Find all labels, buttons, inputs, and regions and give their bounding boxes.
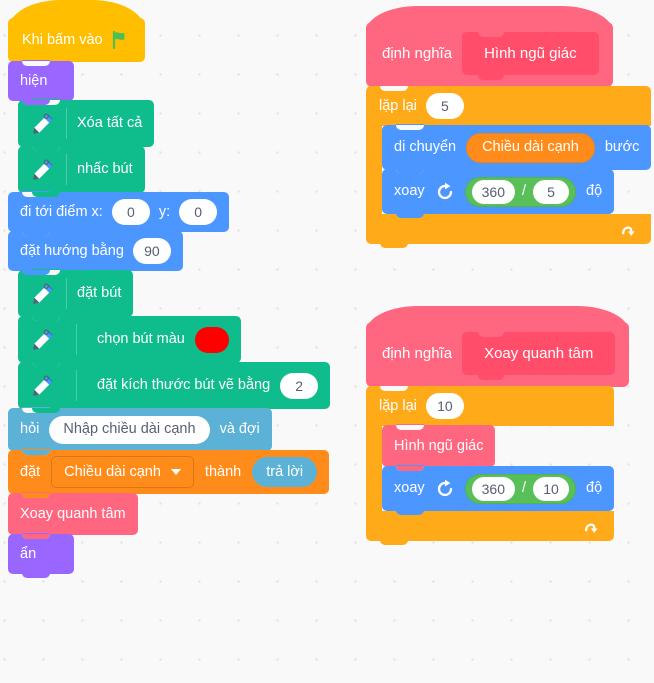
repeat-label: lặp lại: [379, 98, 417, 114]
input-direction[interactable]: 90: [132, 238, 171, 264]
block-repeat[interactable]: lặp lại 5 di chuyển Chiều dài cạnh bước: [366, 86, 652, 248]
pen-icon: [33, 159, 53, 180]
procedure-prototype[interactable]: Xoay quanh tâm: [462, 332, 616, 380]
block-label-mid: thành: [204, 463, 242, 480]
operand-a[interactable]: 360: [471, 476, 515, 501]
green-flag-icon: [112, 30, 125, 50]
block-label: đặt hướng bằng: [20, 242, 124, 259]
repeat-footer: [366, 511, 615, 545]
input-question[interactable]: Nhập chiều dài cạnh: [49, 415, 210, 444]
repeat-body[interactable]: di chuyển Chiều dài cạnh bước xoay 360 /…: [382, 124, 652, 218]
define-label: định nghĩa: [382, 345, 453, 362]
block-define-hat[interactable]: định nghĩa Xoay quanh tâm: [366, 306, 630, 391]
reporter-variable[interactable]: Chiều dài cạnh: [466, 132, 595, 163]
block-label: đặt bút: [77, 285, 122, 302]
repeat-label: lặp lại: [379, 398, 417, 414]
operand-b[interactable]: 5: [533, 179, 570, 204]
block-label-pre: hỏi: [20, 421, 40, 438]
block-label-post: và đợi: [219, 421, 260, 438]
script-define-rotate[interactable]: định nghĩa Xoay quanh tâm lặp lại 10 Hìn…: [366, 306, 630, 545]
block-when-flag-clicked[interactable]: Khi bấm vào: [8, 0, 145, 66]
pen-color-swatch[interactable]: [194, 326, 229, 353]
repeat-header[interactable]: lặp lại 5: [366, 86, 652, 126]
block-set-pen-color[interactable]: chọn bút màu: [18, 315, 241, 367]
block-label: đặt kích thước bút vẽ bằng: [97, 377, 271, 394]
turn-clockwise-icon: [437, 182, 452, 199]
input-x[interactable]: 0: [111, 199, 150, 225]
block-label: ẩn: [20, 545, 37, 562]
chevron-down-icon: [170, 469, 181, 475]
block-label-pre: đặt: [20, 463, 41, 480]
input-repeat-count[interactable]: 5: [425, 93, 464, 119]
block-point-in-direction[interactable]: đặt hướng bằng 90: [8, 230, 183, 275]
block-ask-and-wait[interactable]: hỏi Nhập chiều dài cạnh và đợi: [8, 407, 272, 455]
operator-divide[interactable]: 360 / 5: [464, 176, 577, 207]
block-show[interactable]: hiện: [8, 60, 74, 105]
input-repeat-count[interactable]: 10: [425, 393, 464, 419]
block-label-pre: xoay: [394, 480, 425, 497]
block-call-hinh-ngu-giac[interactable]: Hình ngũ giác: [382, 424, 496, 471]
reporter-answer[interactable]: trả lời: [252, 457, 318, 487]
input-y[interactable]: 0: [179, 199, 218, 225]
loop-arrow-icon: [585, 523, 598, 533]
block-label-pre: xoay: [394, 183, 425, 200]
block-label-post: độ: [586, 480, 603, 497]
operator-sign: /: [522, 183, 527, 200]
block-erase-all[interactable]: Xóa tất cả: [18, 99, 155, 151]
operator-sign: /: [522, 480, 527, 497]
block-label-pre: di chuyển: [394, 139, 457, 156]
repeat-body[interactable]: Hình ngũ giác xoay 360 / 10 độ: [382, 424, 615, 515]
repeat-header[interactable]: lặp lại 10: [366, 386, 615, 426]
script-define-pentagon[interactable]: định nghĩa Hình ngũ giác lặp lại 5 di ch…: [366, 6, 652, 248]
pen-icon: [33, 329, 53, 350]
block-pen-up[interactable]: nhấc bút: [18, 145, 145, 197]
pen-icon: [33, 113, 53, 134]
pen-icon: [33, 283, 53, 304]
variable-dropdown[interactable]: Chiều dài cạnh: [51, 456, 194, 488]
block-label-y: y:: [158, 203, 171, 220]
block-pen-down[interactable]: đặt bút: [18, 269, 134, 321]
loop-arrow-icon: [622, 226, 635, 236]
block-label: Hình ngũ giác: [394, 437, 484, 454]
repeat-footer: [366, 214, 652, 248]
block-hide[interactable]: ẩn: [8, 533, 74, 578]
block-move-steps[interactable]: di chuyển Chiều dài cạnh bước: [382, 124, 652, 174]
operand-b[interactable]: 10: [533, 476, 570, 501]
define-label: định nghĩa: [382, 45, 453, 62]
block-go-to-xy[interactable]: đi tới điểm x: 0 y: 0: [8, 191, 230, 236]
operand-a[interactable]: 360: [471, 179, 515, 204]
block-repeat[interactable]: lặp lại 10 Hình ngũ giác xoay 360 / 10 đ…: [366, 386, 615, 545]
block-label: nhấc bút: [77, 161, 133, 178]
input-pen-size[interactable]: 2: [280, 372, 319, 399]
blocks-workspace[interactable]: Khi bấm vào hiện Xóa tất cả nhấc bút đi …: [0, 0, 654, 683]
turn-clockwise-icon: [437, 479, 452, 496]
script-main[interactable]: Khi bấm vào hiện Xóa tất cả nhấc bút đi …: [8, 0, 331, 578]
block-call-xoay-quanh-tam[interactable]: Xoay quanh tâm: [8, 492, 138, 539]
variable-name: Chiều dài cạnh: [64, 463, 161, 480]
block-set-variable[interactable]: đặt Chiều dài cạnh thành trả lời: [8, 449, 330, 498]
block-label: hiện: [20, 72, 48, 89]
block-turn-right[interactable]: xoay 360 / 5 độ: [382, 168, 615, 218]
block-label-x: đi tới điểm x:: [20, 203, 103, 220]
block-label: chọn bút màu: [97, 331, 185, 348]
block-label: Xoay quanh tâm: [20, 505, 126, 522]
block-label-post: độ: [586, 183, 603, 200]
repeat-arm: [366, 126, 382, 214]
block-define-hat[interactable]: định nghĩa Hình ngũ giác: [366, 6, 613, 91]
block-turn-right[interactable]: xoay 360 / 10 độ: [382, 465, 615, 515]
procedure-prototype[interactable]: Hình ngũ giác: [462, 32, 599, 80]
block-set-pen-size[interactable]: đặt kích thước bút vẽ bằng 2: [18, 361, 331, 413]
repeat-arm: [366, 426, 382, 511]
block-label: Xóa tất cả: [77, 115, 143, 132]
pen-icon: [33, 375, 53, 396]
block-label: Khi bấm vào: [22, 32, 103, 48]
block-label-post: bước: [604, 139, 640, 156]
operator-divide[interactable]: 360 / 10: [464, 473, 577, 504]
